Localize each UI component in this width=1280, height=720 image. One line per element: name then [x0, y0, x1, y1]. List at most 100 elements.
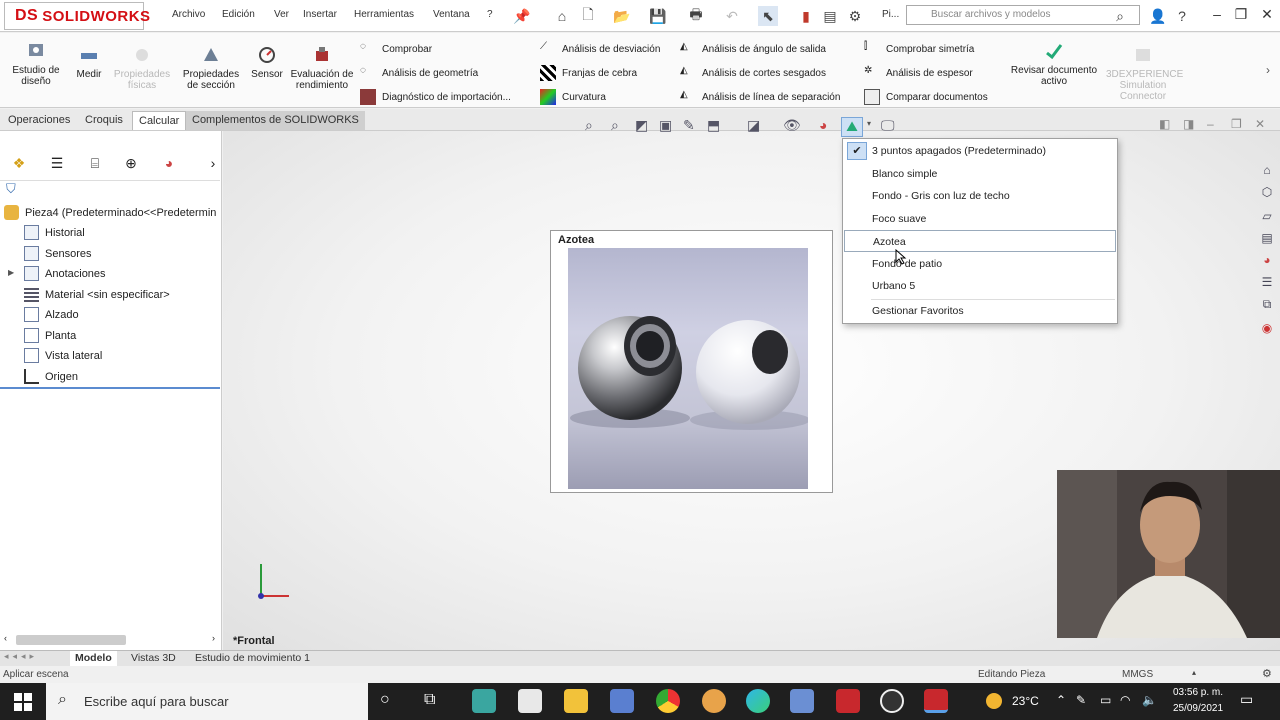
windows-start-icon[interactable]: [14, 693, 32, 711]
units-dropdown-icon[interactable]: ▴: [1192, 668, 1196, 677]
home-icon[interactable]: ⌂: [552, 6, 572, 26]
import-diagnostics-button[interactable]: Diagnóstico de importación...: [360, 89, 511, 105]
minimize-button[interactable]: –: [1206, 6, 1228, 26]
zoom-to-fit-icon[interactable]: ⌕: [585, 117, 593, 134]
edge-icon[interactable]: [746, 689, 770, 713]
solidworks-taskbar-icon[interactable]: [836, 689, 860, 713]
tree-item-anotaciones[interactable]: Anotaciones: [24, 266, 106, 281]
check-symmetry-button[interactable]: ⫿ Comprobar simetría: [864, 41, 974, 57]
check-button[interactable]: ◌ Comprobar: [360, 41, 432, 57]
taskbar-app-icon[interactable]: [472, 689, 496, 713]
configuration-manager-tab-icon[interactable]: ⌸: [84, 155, 106, 175]
tree-item-planta[interactable]: Planta: [24, 328, 76, 343]
tree-item-material[interactable]: Material <sin especificar>: [24, 287, 170, 302]
menu-help[interactable]: ?: [487, 9, 493, 20]
view-settings-icon[interactable]: 🖵: [881, 117, 895, 134]
thickness-analysis-button[interactable]: ✲ Análisis de espesor: [864, 65, 973, 81]
tree-root-part[interactable]: Pieza4 (Predeterminado<<Predetermin: [4, 205, 216, 220]
clock-time[interactable]: 03:56 p. m.: [1170, 687, 1226, 698]
scroll-right-icon[interactable]: ›: [212, 633, 215, 643]
scene-option-fondo-patio[interactable]: Fondo de patio: [844, 253, 1116, 275]
traffic-light-icon[interactable]: ▮: [796, 6, 816, 26]
close-button[interactable]: ✕: [1256, 6, 1278, 26]
task-view-icon[interactable]: ⧉: [424, 691, 435, 709]
file-explorer-taskbar-icon[interactable]: [564, 689, 588, 713]
maximize-button[interactable]: ❐: [1230, 6, 1252, 26]
scene-option-blanco-simple[interactable]: Blanco simple: [844, 163, 1116, 185]
print-icon[interactable]: 🖶: [686, 6, 706, 26]
dynamic-annotation-icon[interactable]: ✎: [683, 117, 695, 134]
doc-restore-icon[interactable]: ❐: [1231, 117, 1242, 131]
dimxpert-tab-icon[interactable]: ⊕: [120, 155, 142, 175]
tab-modelo[interactable]: Modelo: [70, 651, 117, 666]
select-icon[interactable]: ⬉: [758, 6, 778, 26]
solidworks-resources-icon[interactable]: ⌂: [1257, 160, 1277, 180]
doc-close-icon[interactable]: ✕: [1255, 117, 1265, 131]
view-split-icon[interactable]: ◨: [1183, 117, 1194, 131]
tab-operaciones[interactable]: Operaciones: [2, 111, 76, 130]
expand-arrow-icon[interactable]: ▶: [8, 268, 14, 277]
taskbar-search-box[interactable]: Escribe aquí para buscar: [46, 683, 368, 720]
zebra-stripes-button[interactable]: Franjas de cebra: [540, 65, 637, 81]
obs-icon[interactable]: [880, 689, 904, 713]
solidworks-logo[interactable]: DS SOLIDWORKS: [4, 2, 150, 30]
pi-label[interactable]: Pi...: [882, 9, 899, 20]
undo-icon[interactable]: ↶: [722, 6, 742, 26]
tree-scrollbar[interactable]: [16, 635, 126, 645]
property-manager-tab-icon[interactable]: ☰: [46, 155, 68, 175]
tree-item-vista-lateral[interactable]: Vista lateral: [24, 348, 102, 363]
scene-option-fondo-gris[interactable]: Fondo - Gris con luz de techo: [844, 185, 1116, 207]
volume-icon[interactable]: 🔈: [1142, 693, 1157, 707]
notification-icon[interactable]: ▭: [1240, 691, 1253, 708]
new-document-icon[interactable]: 🗋: [578, 6, 598, 26]
menu-ventana[interactable]: Ventana: [433, 9, 470, 20]
custom-properties-icon[interactable]: ☰: [1257, 272, 1277, 292]
tab-croquis[interactable]: Croquis: [79, 111, 129, 130]
taskbar-app4-icon[interactable]: [790, 689, 814, 713]
taskbar-app3-icon[interactable]: [702, 689, 726, 713]
ribbon-scroll-right-icon[interactable]: ›: [1266, 63, 1270, 77]
mass-properties-button[interactable]: Propiedades físicas: [110, 45, 174, 91]
cortana-icon[interactable]: ○: [380, 691, 390, 709]
open-icon[interactable]: 📂: [612, 6, 632, 26]
search-input[interactable]: Buscar archivos y modelos: [906, 5, 1140, 25]
show-hidden-icons-icon[interactable]: ⌃: [1056, 693, 1066, 707]
scene-option-3-puntos[interactable]: 3 puntos apagados (Predeterminado): [844, 140, 1116, 162]
temperature[interactable]: 23°C: [1012, 694, 1039, 708]
units-selector[interactable]: MMGS: [1122, 669, 1153, 680]
tree-item-historial[interactable]: Historial: [24, 225, 85, 240]
menu-insertar[interactable]: Insertar: [303, 9, 337, 20]
section-view-icon[interactable]: ▣: [659, 117, 672, 134]
taskbar-app2-icon[interactable]: [610, 689, 634, 713]
previous-view-icon[interactable]: ◩: [635, 117, 648, 134]
tree-item-alzado[interactable]: Alzado: [24, 307, 79, 322]
scene-option-urbano-5[interactable]: Urbano 5: [844, 275, 1116, 297]
edit-appearance-icon[interactable]: ◕: [819, 117, 827, 133]
parting-line-analysis-button[interactable]: ◭ Análisis de línea de separación: [680, 89, 840, 105]
panel-expand-icon[interactable]: ›: [202, 155, 224, 175]
measure-button[interactable]: Medir: [72, 45, 106, 80]
help-icon[interactable]: ?: [1172, 6, 1192, 26]
options-gear-icon[interactable]: ⚙: [845, 6, 865, 26]
check-active-document-button[interactable]: Revisar documento activo: [1008, 41, 1100, 87]
forum-icon[interactable]: ◉: [1257, 318, 1277, 338]
section-properties-button[interactable]: Propiedades de sección: [178, 45, 244, 91]
battery-icon[interactable]: ▭: [1100, 693, 1111, 707]
design-study-button[interactable]: Estudio de diseño: [6, 41, 66, 87]
weather-icon[interactable]: [986, 693, 1002, 709]
customize-icon[interactable]: ⚙: [1262, 667, 1272, 680]
undercut-analysis-button[interactable]: ◭ Análisis de cortes sesgados: [680, 65, 826, 81]
store-icon[interactable]: [518, 689, 542, 713]
file-explorer-icon[interactable]: ▤: [1257, 228, 1277, 248]
curvature-button[interactable]: Curvatura: [540, 89, 606, 105]
design-library-icon[interactable]: ▱: [1257, 206, 1277, 226]
zoom-area-icon[interactable]: ⌕: [611, 117, 619, 134]
draft-analysis-button[interactable]: ◭ Análisis de ángulo de salida: [680, 41, 826, 57]
manage-favorites-option[interactable]: Gestionar Favoritos: [844, 300, 1116, 322]
rollback-bar[interactable]: [0, 387, 220, 389]
menu-ver[interactable]: Ver: [274, 9, 289, 20]
save-icon[interactable]: 💾: [648, 6, 668, 26]
tab-complementos[interactable]: Complementos de SOLIDWORKS: [186, 111, 365, 130]
sensor-button[interactable]: Sensor: [248, 45, 286, 80]
pin-icon[interactable]: 📌: [512, 6, 532, 26]
